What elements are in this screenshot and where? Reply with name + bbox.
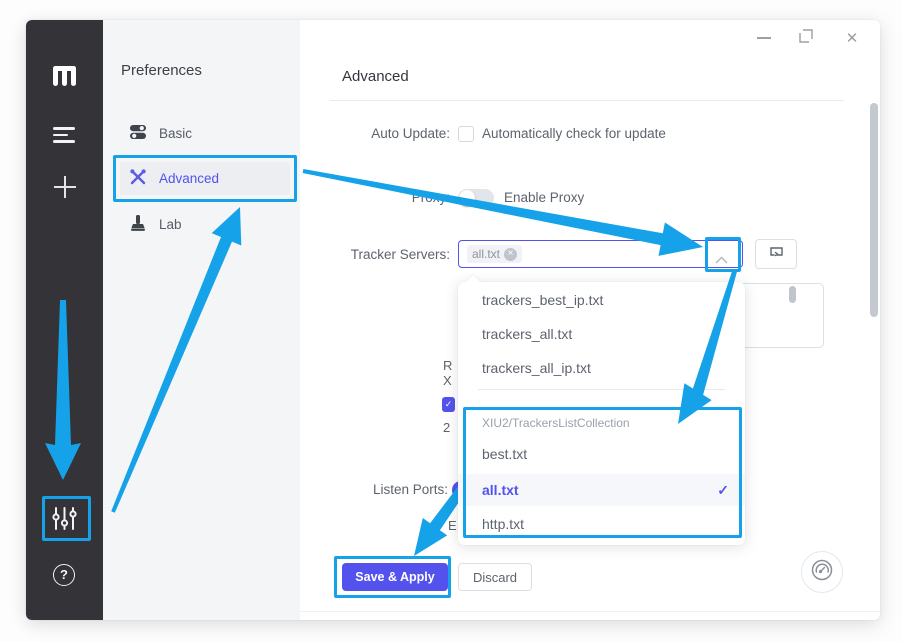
auto-update-option-label: Automatically check for update bbox=[482, 126, 666, 141]
app-window: ? Preferences Basic Advanced bbox=[26, 20, 880, 620]
title-divider bbox=[330, 100, 844, 101]
speedometer-icon bbox=[810, 558, 834, 587]
tracker-servers-label: Tracker Servers: bbox=[330, 247, 450, 262]
tracker-tag: all.txt × bbox=[467, 245, 522, 263]
tracker-servers-select[interactable]: all.txt × bbox=[458, 240, 743, 268]
minimize-button[interactable] bbox=[749, 26, 779, 50]
sync-icon bbox=[768, 244, 785, 264]
lab-icon bbox=[129, 214, 147, 235]
close-button[interactable]: ✕ bbox=[837, 26, 867, 50]
nav-item-basic[interactable]: Basic bbox=[120, 117, 290, 150]
annotation-box-save bbox=[334, 556, 451, 598]
motrix-logo-icon bbox=[51, 62, 78, 94]
nav-item-lab[interactable]: Lab bbox=[120, 208, 290, 241]
proxy-option-label: Enable Proxy bbox=[504, 190, 584, 205]
toggle-knob bbox=[459, 190, 475, 206]
tracker-tag-label: all.txt bbox=[472, 247, 500, 261]
annotation-box-tracker-group bbox=[463, 407, 742, 538]
listen-ports-label: Listen Ports: bbox=[330, 482, 448, 497]
occluded-text-fragment: E bbox=[448, 518, 457, 533]
speed-limit-button[interactable] bbox=[801, 551, 843, 593]
proxy-label: Proxy: bbox=[330, 190, 450, 205]
proxy-toggle[interactable] bbox=[458, 189, 494, 207]
occluded-text-fragment: X bbox=[443, 373, 452, 388]
dropdown-item[interactable]: trackers_best_ip.txt bbox=[458, 284, 745, 317]
main-scrollbar[interactable] bbox=[870, 103, 878, 317]
preferences-panel: Preferences Basic Advanced bbox=[103, 20, 300, 620]
textarea-scrollbar[interactable] bbox=[789, 286, 796, 303]
dropdown-item[interactable]: trackers_all_ip.txt bbox=[458, 352, 745, 385]
maximize-button[interactable] bbox=[791, 26, 821, 50]
footer-divider bbox=[300, 611, 880, 612]
sync-trackers-button[interactable] bbox=[755, 239, 797, 269]
help-icon[interactable]: ? bbox=[53, 564, 75, 586]
page-title: Advanced bbox=[342, 68, 409, 85]
preferences-title: Preferences bbox=[121, 62, 202, 79]
basic-icon bbox=[129, 123, 147, 144]
maximize-icon bbox=[799, 29, 813, 48]
discard-button[interactable]: Discard bbox=[458, 563, 532, 591]
annotation-box-preferences-icon bbox=[42, 496, 91, 541]
nav-item-label: Lab bbox=[159, 217, 182, 232]
occluded-text-fragment: 2 bbox=[443, 420, 450, 435]
annotation-box-advanced bbox=[113, 155, 297, 202]
annotation-box-chevron bbox=[705, 237, 741, 272]
auto-update-label: Auto Update: bbox=[330, 126, 450, 141]
occluded-text-fragment: R bbox=[443, 358, 452, 373]
close-icon: ✕ bbox=[846, 29, 859, 47]
dropdown-item[interactable]: trackers_all.txt bbox=[458, 318, 745, 351]
auto-update-checkbox[interactable] bbox=[458, 126, 474, 142]
nav-item-label: Basic bbox=[159, 126, 192, 141]
task-list-icon[interactable] bbox=[53, 127, 75, 143]
add-task-icon[interactable] bbox=[54, 176, 76, 198]
minimize-icon bbox=[757, 37, 771, 39]
occluded-checkbox-checked: ✓ bbox=[442, 397, 455, 412]
tag-close-icon[interactable]: × bbox=[504, 248, 517, 261]
dropdown-divider bbox=[478, 389, 725, 390]
